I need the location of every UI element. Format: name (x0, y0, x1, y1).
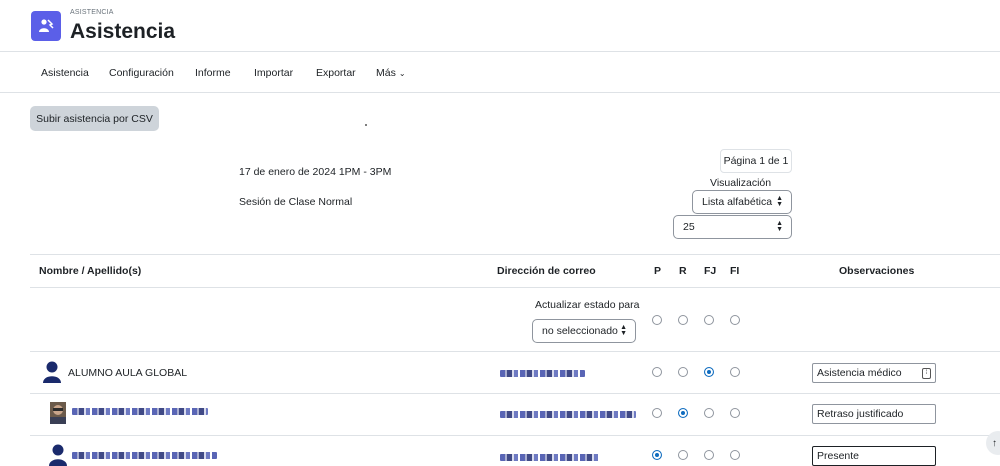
bulk-status-select[interactable]: no seleccionado ▲ ▼ (532, 319, 636, 343)
avatar (48, 402, 68, 424)
select-caret-icon: ▲ ▼ (620, 324, 627, 337)
bulk-radio-r[interactable] (678, 315, 688, 325)
row3-radio-r[interactable] (678, 450, 688, 460)
table-row-border (30, 351, 1000, 352)
bulk-update-label: Actualizar estado para (535, 299, 640, 311)
row1-radio-p[interactable] (652, 367, 662, 377)
column-header-r: R (679, 265, 687, 277)
session-date: 17 de enero de 2024 1PM - 3PM (239, 166, 392, 178)
row3-radio-fj[interactable] (704, 450, 714, 460)
nav-item-configuracion[interactable]: Configuración (109, 67, 174, 79)
resize-icon: ⁞ (922, 368, 931, 379)
student-email-redacted (500, 454, 600, 461)
nav-item-asistencia[interactable]: Asistencia (41, 67, 89, 79)
row2-radio-r[interactable] (678, 408, 688, 418)
per-page-value: 25 (683, 221, 695, 233)
bulk-status-value: no seleccionado (542, 325, 618, 337)
remarks-input[interactable]: Presente (812, 446, 936, 466)
table-row-border (30, 393, 1000, 394)
secondary-navigation: Asistencia Configuración Informe Importa… (0, 53, 1000, 93)
remarks-value: Presente (817, 450, 860, 462)
avatar (48, 444, 68, 466)
row1-radio-fi[interactable] (730, 367, 740, 377)
column-header-email[interactable]: Dirección de correo (497, 265, 596, 277)
pagination-info[interactable]: Página 1 de 1 (720, 149, 792, 173)
separator-dot (365, 124, 367, 126)
nav-item-mas-label: Más (376, 67, 396, 79)
per-page-select[interactable]: 25 ▲ ▼ (673, 215, 792, 239)
select-caret-icon: ▲ ▼ (776, 195, 783, 208)
nav-item-importar[interactable]: Importar (254, 67, 293, 79)
view-order-select[interactable]: Lista alfabética ▲ ▼ (692, 190, 792, 214)
table-row-border (30, 435, 1000, 436)
arrow-up-icon: ↑ (992, 437, 997, 449)
row2-radio-fi[interactable] (730, 408, 740, 418)
nav-item-exportar[interactable]: Exportar (316, 67, 356, 79)
row3-radio-p[interactable] (652, 450, 662, 460)
column-header-p: P (654, 265, 662, 277)
view-label: Visualización (710, 177, 772, 189)
nav-item-informe[interactable]: Informe (195, 67, 231, 79)
row2-radio-p[interactable] (652, 408, 662, 418)
student-name-redacted[interactable] (72, 408, 208, 415)
row1-radio-fj[interactable] (704, 367, 714, 377)
session-type: Sesión de Clase Normal (239, 196, 353, 208)
page-overline: ASISTENCIA (70, 9, 114, 16)
attendance-icon (31, 11, 61, 41)
remarks-input[interactable]: Asistencia médico ⁞ (812, 363, 936, 383)
header-row-border (30, 287, 1000, 288)
row2-radio-fj[interactable] (704, 408, 714, 418)
avatar (42, 361, 62, 383)
column-header-fj: FJ (704, 265, 717, 277)
column-header-observations: Observaciones (839, 265, 915, 277)
student-email-redacted (500, 411, 636, 418)
bulk-radio-fj[interactable] (704, 315, 714, 325)
remarks-input[interactable]: Retraso justificado (812, 404, 936, 424)
student-name-redacted[interactable] (72, 452, 217, 459)
row1-radio-r[interactable] (678, 367, 688, 377)
select-caret-icon: ▲ ▼ (776, 220, 783, 233)
bulk-radio-p[interactable] (652, 315, 662, 325)
remarks-value: Asistencia médico (817, 367, 902, 379)
upload-csv-button[interactable]: Subir asistencia por CSV (30, 106, 159, 131)
chevron-down-icon: ⌄ (398, 69, 406, 78)
bulk-radio-fi[interactable] (730, 315, 740, 325)
page-title: Asistencia (70, 20, 176, 43)
nav-item-mas[interactable]: Más ⌄ (376, 67, 406, 79)
page-header: ASISTENCIA Asistencia (0, 0, 1000, 52)
scroll-to-top-button[interactable]: ↑ (986, 431, 1000, 455)
view-order-value: Lista alfabética (702, 196, 773, 208)
row3-radio-fi[interactable] (730, 450, 740, 460)
remarks-value: Retraso justificado (817, 408, 904, 420)
student-name[interactable]: ALUMNO AULA GLOBAL (68, 367, 187, 379)
column-header-fi: FI (730, 265, 740, 277)
table-top-border (30, 254, 1000, 255)
student-email-redacted (500, 370, 585, 377)
column-header-name[interactable]: Nombre / Apellido(s) (39, 265, 141, 277)
